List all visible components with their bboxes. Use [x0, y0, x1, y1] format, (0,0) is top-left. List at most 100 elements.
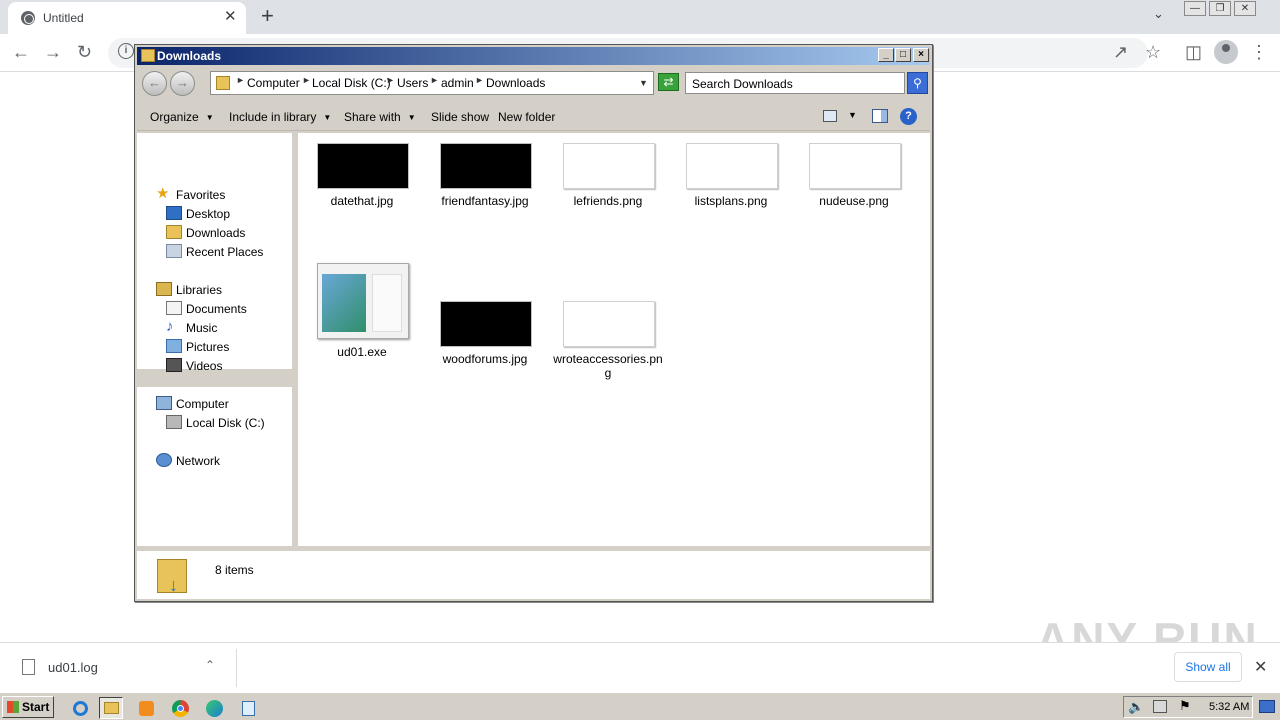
- file-thumbnail: [440, 143, 532, 189]
- pictures-icon: [166, 339, 182, 353]
- screen: Untitled ✕ + ⌄ — ❐ ✕ ← → ↻ i ↗ ☆ ◫ ⋮ Dow…: [0, 0, 1280, 720]
- internet-explorer-icon[interactable]: [68, 697, 92, 719]
- desktop-icon: [166, 206, 182, 220]
- back-button[interactable]: ←: [142, 71, 167, 96]
- show-all-button[interactable]: Show all: [1174, 652, 1242, 682]
- slide-show-button[interactable]: Slide show: [431, 110, 489, 124]
- file-item[interactable]: friendfantasy.jpg: [430, 143, 540, 223]
- film-icon: [166, 358, 182, 372]
- help-icon[interactable]: ?: [900, 108, 917, 125]
- recent-places-icon: [166, 244, 182, 258]
- search-icon[interactable]: ⚲: [907, 72, 928, 94]
- new-tab-button[interactable]: +: [261, 4, 274, 28]
- star-icon: ★: [156, 185, 170, 202]
- new-folder-button[interactable]: New folder: [498, 110, 555, 124]
- start-button[interactable]: Start: [2, 696, 54, 718]
- file-item[interactable]: lefriends.png: [553, 143, 663, 223]
- network-tray-icon[interactable]: [1153, 700, 1167, 713]
- notepad-icon[interactable]: [236, 697, 260, 719]
- profile-avatar[interactable]: [1214, 40, 1238, 64]
- chevron-right-icon[interactable]: ►: [430, 75, 439, 85]
- bookmark-star-icon[interactable]: ☆: [1145, 42, 1161, 62]
- explorer-taskbar-icon[interactable]: [99, 697, 123, 719]
- side-panel-icon[interactable]: ◫: [1185, 42, 1202, 62]
- music-note-icon: ♪: [166, 318, 174, 335]
- window-title: Downloads: [157, 49, 222, 63]
- organize-button[interactable]: Organize ▼: [150, 110, 214, 124]
- media-player-icon[interactable]: [134, 697, 158, 719]
- more-menu-icon[interactable]: ⋮: [1250, 42, 1268, 62]
- breadcrumb-users[interactable]: Users: [397, 76, 428, 90]
- tab-search-chevron-icon[interactable]: ⌄: [1153, 6, 1164, 22]
- file-icon: [22, 659, 35, 675]
- folder-icon: [216, 76, 230, 90]
- downloads-folder-icon: ↓: [157, 557, 189, 595]
- windows-logo-icon: [7, 701, 19, 713]
- volume-icon[interactable]: 🔈: [1128, 699, 1144, 715]
- maximize-button[interactable]: □: [895, 48, 911, 62]
- info-icon[interactable]: i: [118, 43, 134, 59]
- file-item[interactable]: nudeuse.png: [799, 143, 909, 223]
- download-shelf: ud01.log ⌃ Show all ✕: [0, 642, 1280, 692]
- share-with-button[interactable]: Share with ▼: [344, 110, 416, 124]
- browser-tab-strip: Untitled ✕ + ⌄ — ❐ ✕: [0, 0, 1280, 34]
- chevron-down-icon[interactable]: ▼: [639, 78, 648, 88]
- installer-icon: [317, 263, 409, 339]
- edge-icon[interactable]: [202, 697, 226, 719]
- drive-icon: [166, 415, 182, 429]
- show-desktop-icon[interactable]: [1259, 700, 1275, 713]
- network-icon: [156, 453, 172, 467]
- tab-title: Untitled: [43, 11, 84, 25]
- restore-browser-button[interactable]: ❐: [1209, 1, 1231, 16]
- globe-icon: [21, 11, 35, 25]
- back-arrow-icon[interactable]: ←: [12, 42, 30, 62]
- share-icon[interactable]: ↗: [1113, 42, 1128, 62]
- details-pane: ↓ 8 items: [137, 547, 930, 599]
- tab-close-icon[interactable]: ✕: [224, 9, 237, 25]
- chevron-down-icon[interactable]: ▼: [848, 110, 857, 120]
- file-thumbnail: [440, 301, 532, 347]
- file-item[interactable]: ud01.exe: [307, 263, 417, 359]
- breadcrumb-downloads[interactable]: Downloads: [486, 76, 545, 90]
- flag-icon[interactable]: ⚑: [1179, 698, 1191, 714]
- close-browser-button[interactable]: ✕: [1234, 1, 1256, 16]
- taskbar-clock[interactable]: 5:32 AM: [1209, 701, 1249, 713]
- browser-tab[interactable]: Untitled ✕: [8, 2, 246, 34]
- breadcrumb-admin[interactable]: admin: [441, 76, 474, 90]
- breadcrumb-computer[interactable]: Computer: [247, 76, 300, 90]
- chevron-right-icon[interactable]: ►: [302, 75, 311, 85]
- search-input[interactable]: Search Downloads: [685, 72, 905, 94]
- file-item[interactable]: datethat.jpg: [307, 143, 417, 223]
- file-item[interactable]: wroteaccessories.png: [553, 301, 663, 381]
- chevron-right-icon[interactable]: ►: [386, 75, 395, 85]
- refresh-icon[interactable]: ⇄: [658, 73, 679, 91]
- chevron-right-icon[interactable]: ►: [475, 75, 484, 85]
- breadcrumb-local-disk[interactable]: Local Disk (C:): [312, 76, 391, 90]
- minimize-browser-button[interactable]: —: [1184, 1, 1206, 16]
- chevron-up-icon[interactable]: ⌃: [205, 658, 215, 672]
- forward-button[interactable]: →: [170, 71, 195, 96]
- close-shelf-icon[interactable]: ✕: [1254, 657, 1267, 677]
- include-in-library-button[interactable]: Include in library ▼: [229, 110, 331, 124]
- chevron-right-icon[interactable]: ►: [236, 75, 245, 85]
- close-button[interactable]: ×: [913, 48, 929, 62]
- chrome-icon[interactable]: [168, 697, 192, 719]
- command-bar: Organize ▼ Include in library ▼ Share with…: [137, 101, 930, 131]
- file-thumbnail: [686, 143, 778, 189]
- breadcrumb[interactable]: ► Computer ► Local Disk (C:) ► Users ► a…: [210, 71, 654, 95]
- preview-pane-icon[interactable]: [872, 109, 888, 123]
- documents-icon: [166, 301, 182, 315]
- explorer-nav-bar: ← → ► Computer ► Local Disk (C:) ► Users…: [137, 67, 930, 99]
- file-list: datethat.jpg friendfantasy.jpg lefriends…: [298, 133, 930, 546]
- change-view-icon[interactable]: [823, 110, 837, 122]
- libraries-icon: [156, 282, 172, 296]
- explorer-title-bar[interactable]: Downloads _ □ ×: [137, 47, 930, 65]
- file-thumbnail: [563, 301, 655, 347]
- download-item[interactable]: ud01.log: [48, 660, 98, 675]
- file-item[interactable]: woodforums.jpg: [430, 301, 540, 381]
- reload-icon[interactable]: ↻: [77, 42, 92, 62]
- taskbar: Start 🔈 ⚑ 5:32 AM: [0, 692, 1280, 720]
- minimize-button[interactable]: _: [878, 48, 894, 62]
- file-item[interactable]: listsplans.png: [676, 143, 786, 223]
- forward-arrow-icon[interactable]: →: [44, 42, 62, 62]
